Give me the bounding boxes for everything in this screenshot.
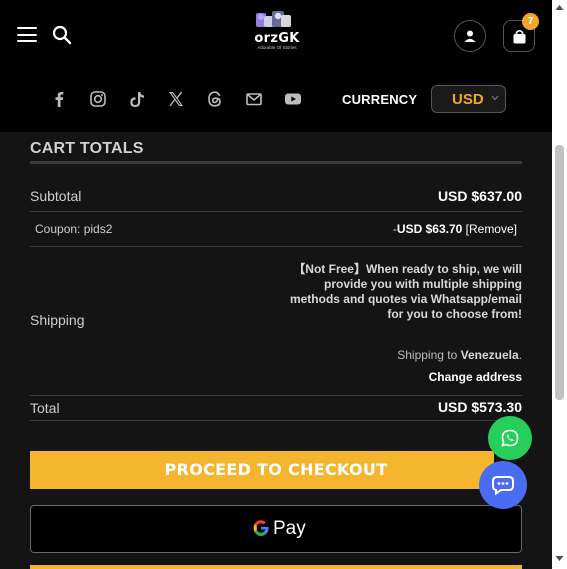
site-logo[interactable]: orzGK Adorable Of Stories — [245, 10, 309, 52]
row-divider — [30, 211, 522, 212]
scrollbar-thumb[interactable] — [555, 145, 564, 400]
subtotal-value: USD $637.00 — [437, 188, 522, 204]
shopping-bag-icon — [513, 29, 525, 43]
coupon-discount: -USD $63.70 [Remove] — [392, 222, 517, 236]
title-divider — [30, 161, 522, 164]
google-g-icon — [253, 520, 269, 536]
total-label: Total — [30, 400, 60, 416]
chevron-down-icon — [491, 95, 499, 101]
cart-count-badge: 7 — [522, 13, 539, 30]
account-button[interactable] — [454, 20, 486, 52]
threads-icon[interactable] — [206, 90, 224, 108]
instagram-icon[interactable] — [89, 90, 107, 108]
menu-icon[interactable] — [17, 27, 37, 42]
row-divider — [30, 246, 522, 247]
whatsapp-icon — [501, 429, 519, 447]
remove-coupon-link[interactable]: [Remove] — [466, 222, 517, 236]
subtotal-label: Subtotal — [30, 188, 82, 204]
shipping-label: Shipping — [30, 312, 85, 328]
tiktok-icon[interactable] — [128, 90, 146, 108]
google-pay-label: Pay — [273, 518, 306, 539]
search-icon[interactable] — [52, 25, 72, 45]
facebook-icon[interactable] — [50, 90, 68, 108]
checkout-label: PROCEED TO CHECKOUT — [164, 460, 388, 479]
total-value: USD $573.30 — [437, 399, 522, 415]
shipping-note: 【Not Free】When ready to ship, we will pr… — [289, 262, 522, 321]
youtube-icon[interactable] — [284, 90, 302, 108]
whatsapp-button[interactable] — [488, 416, 532, 460]
x-icon[interactable] — [167, 90, 185, 108]
proceed-to-checkout-button[interactable]: PROCEED TO CHECKOUT — [30, 451, 494, 489]
scroll-up-arrow-icon[interactable] — [555, 4, 564, 11]
chat-icon — [492, 476, 514, 495]
email-icon[interactable] — [245, 90, 263, 108]
coupon-amount: USD $63.70 — [396, 222, 463, 236]
logo-tagline: Adorable Of Stories — [257, 45, 297, 50]
currency-select[interactable]: USD — [431, 85, 506, 113]
coupon-label: Coupon: pids2 — [35, 222, 113, 236]
chat-button[interactable] — [479, 461, 527, 509]
scroll-down-arrow-icon[interactable] — [555, 555, 564, 562]
site-header: orzGK Adorable Of Stories 7 CURRENCY USD — [0, 0, 552, 132]
row-divider — [30, 395, 522, 396]
user-icon — [464, 30, 476, 42]
logo-figures — [256, 11, 291, 27]
next-payment-button[interactable] — [30, 565, 522, 569]
google-pay-button[interactable]: Pay — [30, 505, 522, 553]
cart-totals-title: CART TOTALS — [30, 140, 144, 157]
shipping-country: Venezuela — [460, 348, 519, 362]
row-divider — [30, 420, 522, 421]
shipping-destination: Shipping to Venezuela. — [397, 348, 522, 362]
currency-label: CURRENCY — [342, 92, 418, 107]
logo-name: orzGK — [254, 31, 300, 46]
currency-value: USD — [452, 91, 484, 108]
change-address-link[interactable]: Change address — [429, 370, 522, 384]
